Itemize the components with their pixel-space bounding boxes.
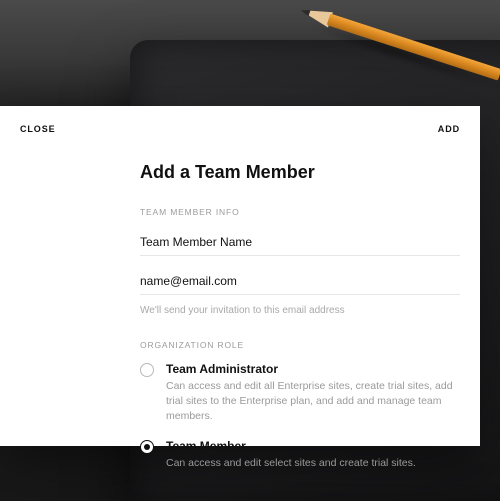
role-name: Team Administrator	[166, 362, 460, 376]
role-description: Can access and edit select sites and cre…	[166, 456, 460, 471]
radio-icon	[140, 440, 154, 454]
add-button[interactable]: ADD	[438, 122, 460, 136]
role-list: Team Administrator Can access and edit a…	[140, 362, 460, 471]
team-member-name-input[interactable]	[140, 229, 460, 256]
section-label-role: ORGANIZATION ROLE	[140, 340, 460, 350]
team-member-email-input[interactable]	[140, 268, 460, 295]
role-option-member[interactable]: Team Member Can access and edit select s…	[140, 439, 460, 471]
modal-header: CLOSE ADD	[20, 122, 460, 136]
role-name: Team Member	[166, 439, 460, 453]
radio-icon	[140, 363, 154, 377]
section-label-info: TEAM MEMBER INFO	[140, 207, 460, 217]
close-button[interactable]: CLOSE	[20, 122, 56, 136]
add-team-member-modal: CLOSE ADD Add a Team Member TEAM MEMBER …	[0, 106, 480, 446]
role-description: Can access and edit all Enterprise sites…	[166, 379, 460, 425]
role-option-admin[interactable]: Team Administrator Can access and edit a…	[140, 362, 460, 425]
modal-title: Add a Team Member	[140, 162, 460, 183]
email-hint: We'll send your invitation to this email…	[140, 305, 460, 316]
